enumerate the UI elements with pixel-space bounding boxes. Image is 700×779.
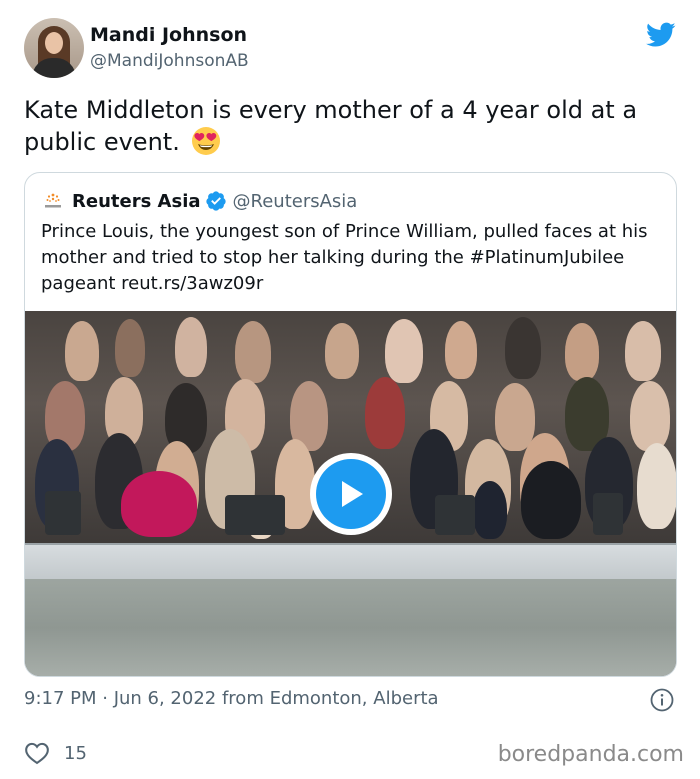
twitter-bird-icon[interactable] — [646, 22, 676, 48]
quoted-author-name[interactable]: Reuters Asia — [72, 191, 201, 212]
author-name[interactable]: Mandi Johnson — [90, 24, 247, 46]
info-icon[interactable] — [650, 688, 674, 712]
quoted-tweet-header: Reuters Asia @ReutersAsia — [42, 189, 357, 213]
avatar[interactable] — [24, 18, 84, 78]
stand-ledge — [25, 543, 676, 579]
tweet-text: Kate Middleton is every mother of a 4 ye… — [24, 94, 684, 158]
author-handle[interactable]: @MandiJohnsonAB — [90, 51, 249, 71]
quoted-tweet-text: Prince Louis, the youngest son of Prince… — [41, 221, 648, 294]
heart-icon[interactable] — [24, 741, 50, 765]
boredpanda-watermark: boredpanda.com — [497, 742, 684, 767]
tweet-timestamp[interactable]: 9:17 PM · Jun 6, 2022 from Edmonton, Alb… — [24, 688, 439, 709]
like-action[interactable]: 15 — [24, 740, 87, 766]
quoted-author-handle[interactable]: @ReutersAsia — [233, 191, 358, 212]
verified-badge-icon — [205, 191, 226, 211]
video-thumbnail[interactable] — [25, 311, 676, 676]
play-icon — [316, 459, 386, 529]
quoted-tweet[interactable]: Reuters Asia @ReutersAsia Prince Louis, … — [24, 172, 677, 677]
reuters-logo-icon[interactable] — [42, 190, 64, 212]
tweet-body: Kate Middleton is every mother of a 4 ye… — [24, 96, 638, 156]
play-button[interactable] — [310, 453, 392, 535]
tweet-header: Mandi Johnson @MandiJohnsonAB — [24, 18, 676, 80]
heart-eyes-emoji-icon — [192, 127, 221, 155]
like-count: 15 — [64, 742, 87, 764]
barrier-wall — [25, 579, 676, 676]
